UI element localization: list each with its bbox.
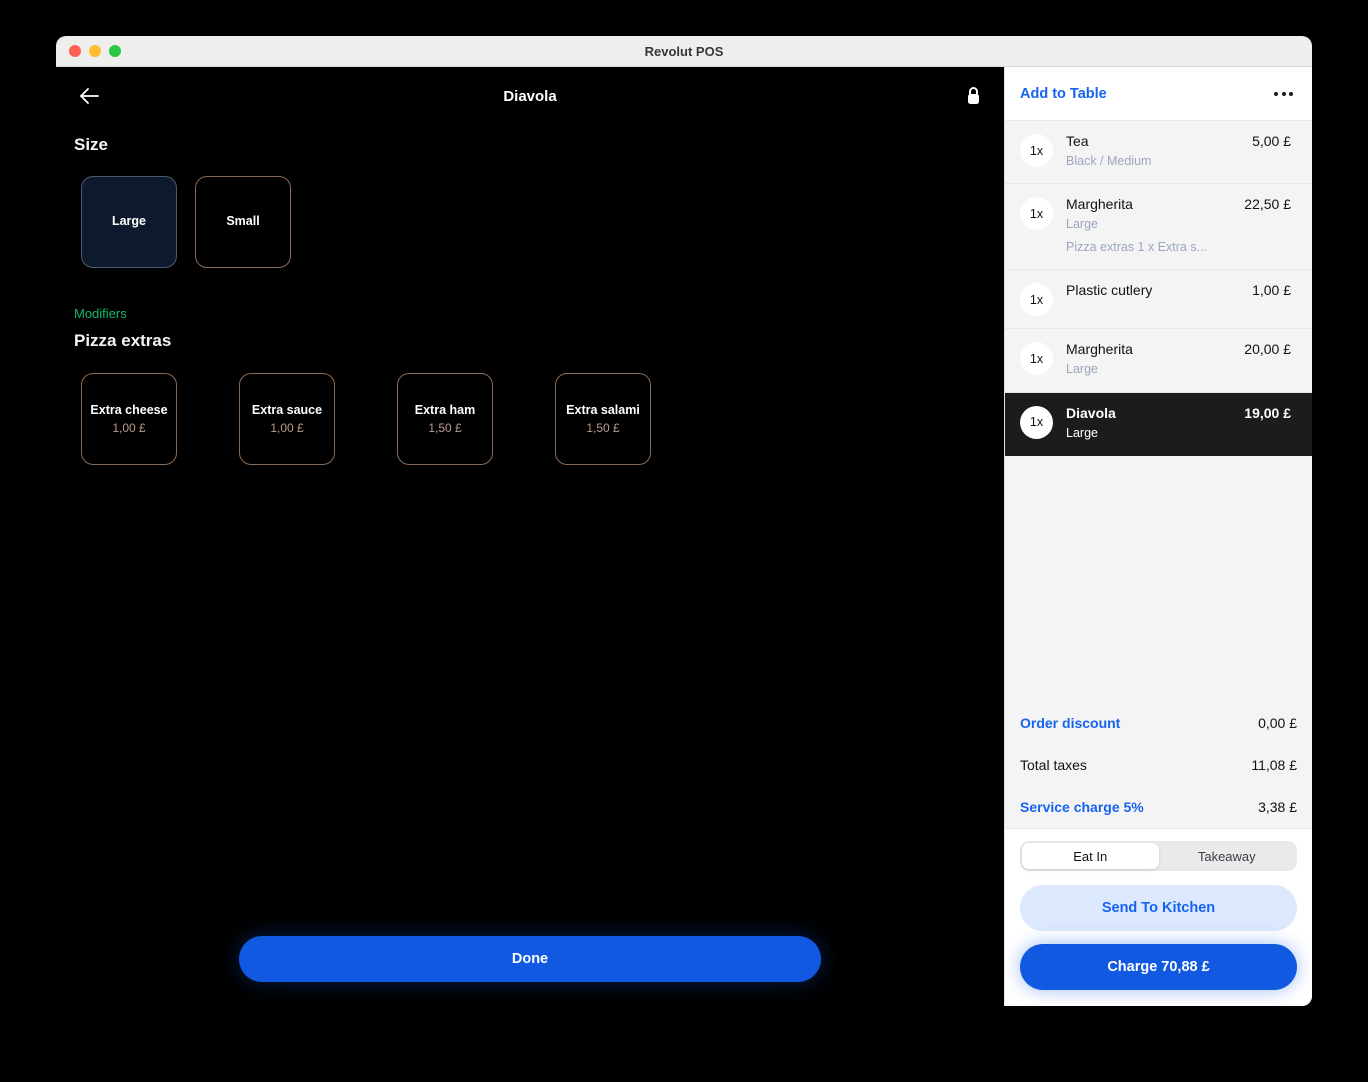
app-window: Revolut POS Diavola Size Large Small Mod…	[56, 36, 1312, 1006]
size-section-label: Size	[74, 135, 109, 154]
done-button[interactable]: Done	[239, 936, 821, 982]
order-item-price: 1,00 £	[1252, 282, 1291, 299]
done-button-container: Done	[56, 936, 1004, 982]
service-mode-toggle: Eat In Takeaway	[1020, 841, 1297, 871]
modifiers-tag: Modifiers	[74, 306, 127, 321]
order-item-top: Margherita 22,50 £	[1066, 196, 1291, 212]
order-item-diavola[interactable]: 1x Diavola 19,00 £ Large	[1005, 392, 1312, 456]
order-item-price: 20,00 £	[1244, 341, 1291, 358]
service-charge-label[interactable]: Service charge 5%	[1020, 799, 1144, 815]
window-titlebar: Revolut POS	[56, 36, 1312, 67]
total-taxes-value: 11,08 £	[1251, 757, 1297, 773]
order-item-tea[interactable]: 1x Tea 5,00 £ Black / Medium	[1005, 121, 1312, 185]
modifier-option-price: 1,50 £	[586, 420, 620, 435]
order-list-empty-space	[1005, 455, 1312, 702]
more-horizontal-icon[interactable]	[1272, 86, 1295, 102]
lock-icon[interactable]	[962, 84, 984, 108]
window-title: Revolut POS	[644, 43, 724, 59]
total-taxes-label: Total taxes	[1020, 757, 1087, 773]
order-item-body: Margherita 20,00 £ Large	[1053, 341, 1297, 379]
service-mode-eat-in[interactable]: Eat In	[1022, 843, 1159, 869]
order-item-name: Tea	[1066, 133, 1089, 149]
order-item-modifier-summary: Pizza extras 1 x Extra s...	[1066, 239, 1208, 254]
order-item-list: 1x Tea 5,00 £ Black / Medium 1x Margheri…	[1005, 121, 1312, 456]
order-item-subtitle: Large	[1066, 362, 1098, 377]
quantity-badge: 1x	[1020, 342, 1053, 376]
modifier-option-extra-salami[interactable]: Extra salami 1,50 £	[555, 373, 651, 465]
order-item-body: Diavola 19,00 £ Large	[1053, 405, 1297, 443]
order-item-margherita-1[interactable]: 1x Margherita 22,50 £ Large Pizza extras…	[1005, 184, 1312, 271]
charge-button[interactable]: Charge 70,88 £	[1020, 944, 1297, 990]
quantity-badge: 1x	[1020, 134, 1053, 167]
order-item-body: Margherita 22,50 £ Large Pizza extras 1 …	[1053, 196, 1297, 257]
order-discount-row[interactable]: Order discount 0,00 £	[1020, 702, 1297, 744]
modifiers-group-title: Pizza extras	[74, 331, 172, 350]
order-item-plastic-cutlery[interactable]: 1x Plastic cutlery 1,00 £	[1005, 270, 1312, 330]
service-charge-row[interactable]: Service charge 5% 3,38 £	[1020, 786, 1297, 828]
quantity-badge: 1x	[1020, 197, 1053, 231]
quantity-badge: 1x	[1020, 283, 1053, 317]
page-title: Diavola	[503, 87, 557, 105]
order-item-subtitle: Large	[1066, 425, 1098, 440]
order-item-margherita-2[interactable]: 1x Margherita 20,00 £ Large	[1005, 329, 1312, 393]
quantity-badge: 1x	[1020, 405, 1053, 439]
add-to-table-button[interactable]: Add to Table	[1020, 86, 1107, 102]
size-option-label: Large	[111, 214, 147, 229]
product-header: Diavola	[56, 67, 1004, 125]
modifier-option-label: Extra cheese	[90, 403, 168, 418]
modifier-option-price: 1,00 £	[112, 420, 146, 435]
order-panel: Add to Table 1x Tea 5,00 £ Black / Mediu…	[1004, 67, 1312, 1006]
order-item-subtitle: Large	[1066, 217, 1098, 232]
size-option-label: Small	[226, 214, 260, 229]
order-item-top: Tea 5,00 £	[1066, 133, 1291, 149]
dot	[1274, 91, 1278, 96]
modifier-option-price: 1,50 £	[428, 420, 462, 435]
size-option-small[interactable]: Small	[195, 176, 291, 268]
app-body: Diavola Size Large Small Modifiers Pizza…	[56, 67, 1312, 1006]
order-totals: Order discount 0,00 £ Total taxes 11,08 …	[1005, 702, 1312, 828]
modifier-options: Extra cheese 1,00 £ Extra sauce 1,00 £ E…	[56, 373, 1004, 465]
back-arrow-icon[interactable]	[74, 81, 104, 111]
order-item-subtitle: Black / Medium	[1066, 154, 1152, 168]
order-item-top: Plastic cutlery 1,00 £	[1066, 282, 1291, 298]
modifier-option-price: 1,00 £	[270, 420, 304, 435]
order-panel-header: Add to Table	[1005, 67, 1312, 121]
modifier-option-label: Extra ham	[414, 403, 476, 418]
dot	[1289, 91, 1293, 96]
modifier-option-label: Extra sauce	[251, 403, 323, 418]
order-item-price: 19,00 £	[1244, 404, 1291, 421]
order-item-top: Diavola 19,00 £	[1066, 405, 1291, 421]
size-options: Large Small	[56, 176, 1004, 268]
modifier-option-extra-sauce[interactable]: Extra sauce 1,00 £	[239, 373, 335, 465]
order-item-name: Margherita	[1066, 341, 1133, 358]
total-taxes-row: Total taxes 11,08 £	[1020, 744, 1297, 786]
product-detail-panel: Diavola Size Large Small Modifiers Pizza…	[56, 67, 1004, 1006]
order-item-body: Plastic cutlery 1,00 £	[1053, 282, 1297, 298]
dot	[1281, 91, 1286, 96]
send-to-kitchen-button[interactable]: Send To Kitchen	[1020, 885, 1297, 931]
order-item-price: 22,50 £	[1244, 196, 1291, 213]
order-discount-value: 0,00 £	[1258, 715, 1297, 731]
modifier-option-extra-cheese[interactable]: Extra cheese 1,00 £	[81, 373, 177, 465]
order-item-name: Diavola	[1066, 404, 1116, 421]
order-actions: Eat In Takeaway Send To Kitchen Charge 7…	[1005, 828, 1312, 1006]
order-item-top: Margherita 20,00 £	[1066, 341, 1291, 357]
size-option-large[interactable]: Large	[81, 176, 177, 268]
modifier-option-extra-ham[interactable]: Extra ham 1,50 £	[397, 373, 493, 465]
order-item-name: Plastic cutlery	[1066, 282, 1153, 299]
service-charge-value: 3,38 £	[1258, 799, 1297, 815]
order-item-body: Tea 5,00 £ Black / Medium	[1053, 133, 1297, 171]
order-item-price: 5,00 £	[1252, 133, 1291, 149]
order-item-name: Margherita	[1066, 196, 1133, 213]
order-discount-label[interactable]: Order discount	[1020, 715, 1120, 731]
service-mode-takeaway[interactable]: Takeaway	[1159, 843, 1296, 869]
modifier-option-label: Extra salami	[566, 403, 640, 418]
